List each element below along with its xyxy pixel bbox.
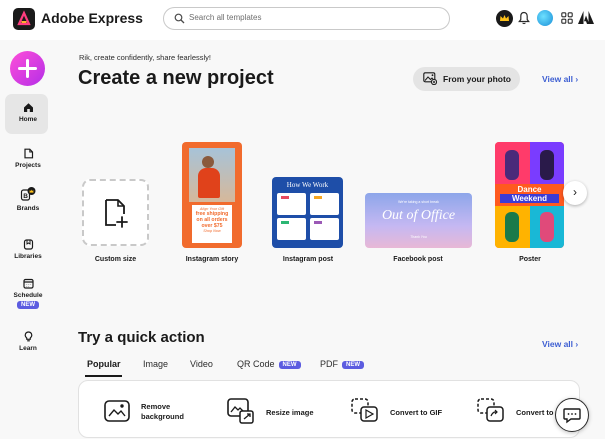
quick-action-label: Convert to GIF xyxy=(390,408,443,417)
fb-footer: Thank You xyxy=(410,235,427,239)
app-name[interactable]: Adobe Express xyxy=(41,10,143,26)
top-bar: Adobe Express Search all templates xyxy=(0,0,605,40)
quick-action-label: background xyxy=(141,412,184,421)
poster-thumbnail[interactable]: Dance Weekend xyxy=(495,142,564,248)
chat-button[interactable] xyxy=(555,398,589,432)
svg-text:B: B xyxy=(23,193,28,200)
apps-grid-icon[interactable] xyxy=(561,12,573,24)
template-label[interactable]: Instagram story xyxy=(172,256,252,263)
new-badge: NEW xyxy=(342,361,364,369)
template-label[interactable]: Custom size xyxy=(82,256,149,263)
instagram-post-thumbnail[interactable]: How We Work xyxy=(272,177,343,248)
search-icon xyxy=(174,13,185,24)
tab-popular[interactable]: Popular xyxy=(87,359,121,369)
custom-size-card[interactable] xyxy=(82,179,149,246)
template-label[interactable]: Instagram post xyxy=(268,256,348,263)
new-badge: NEW xyxy=(278,361,301,369)
facebook-post-thumbnail[interactable]: We're taking a short break Out of Office… xyxy=(365,193,472,248)
tab-qr-code[interactable]: QR Code NEW xyxy=(237,359,301,369)
new-badge: NEW xyxy=(17,301,39,309)
quick-action-title: Try a quick action xyxy=(78,329,205,346)
template-label[interactable]: Facebook post xyxy=(378,256,458,263)
quick-action-remove-background[interactable]: Remove background xyxy=(101,381,211,439)
adobe-logo[interactable] xyxy=(578,11,594,25)
library-icon xyxy=(23,239,33,250)
adobe-express-logo[interactable] xyxy=(13,8,35,30)
sidebar-item-brands[interactable]: B Brands xyxy=(0,186,56,212)
avatar[interactable] xyxy=(537,10,553,26)
chevron-right-icon: › xyxy=(575,339,579,349)
view-all-link[interactable]: View all › xyxy=(542,74,578,84)
quick-action-label: Convert to xyxy=(516,408,554,417)
instagram-story-thumbnail[interactable]: Align Your Gift free shipping on all ord… xyxy=(182,142,242,248)
create-button[interactable] xyxy=(10,51,45,86)
carousel-next-button[interactable]: › xyxy=(563,181,587,205)
convert-icon xyxy=(477,398,504,422)
view-all-label: View all xyxy=(542,339,574,349)
tab-pdf[interactable]: PDF NEW xyxy=(320,359,364,369)
convert-gif-icon xyxy=(351,398,378,422)
template-label[interactable]: Poster xyxy=(490,256,570,263)
chevron-right-icon: › xyxy=(575,74,579,84)
from-your-photo-label: From your photo xyxy=(443,74,511,84)
add-document-icon xyxy=(105,199,128,228)
sidebar-item-label: Schedule xyxy=(13,292,43,299)
sidebar-item-label: Learn xyxy=(19,345,37,352)
folder-icon xyxy=(23,148,33,159)
photo-icon xyxy=(423,72,437,85)
sidebar-item-label: Home xyxy=(18,116,38,123)
from-your-photo-button[interactable]: From your photo xyxy=(413,67,520,91)
fb-subtext: We're taking a short break xyxy=(398,200,439,204)
bell-icon[interactable] xyxy=(518,11,530,25)
sidebar-item-schedule[interactable]: Schedule NEW xyxy=(0,278,56,309)
poster-heading: Weekend xyxy=(500,194,559,203)
tab-label: QR Code xyxy=(237,359,275,369)
view-all-link[interactable]: View all › xyxy=(542,339,578,349)
active-tab-indicator xyxy=(85,375,122,377)
calendar-icon xyxy=(22,278,34,289)
sidebar-item-libraries[interactable]: Libraries xyxy=(0,239,56,260)
sidebar-item-projects[interactable]: Projects xyxy=(0,148,56,169)
quick-action-resize-image[interactable]: Resize image xyxy=(226,381,326,439)
tab-video[interactable]: Video xyxy=(190,359,213,369)
quick-actions-panel: Remove background Resize image Convert t… xyxy=(78,380,580,438)
greeting: Rik, create confidently, share fearlessl… xyxy=(79,53,212,62)
resize-image-icon xyxy=(227,398,254,424)
fb-heading: Out of Office xyxy=(381,208,456,223)
view-all-label: View all xyxy=(542,74,574,84)
brand-icon: B xyxy=(20,187,36,201)
chevron-right-icon: › xyxy=(573,185,577,199)
quick-action-convert-to-gif[interactable]: Convert to GIF xyxy=(350,381,450,439)
tab-image[interactable]: Image xyxy=(143,359,168,369)
sidebar-item-label: Libraries xyxy=(14,253,42,260)
chat-icon xyxy=(563,408,581,424)
search-placeholder: Search all templates xyxy=(189,13,262,22)
ig-post-heading: How We Work xyxy=(286,181,329,189)
sidebar-item-label: Projects xyxy=(15,162,41,169)
quick-action-label: Resize image xyxy=(266,408,314,417)
page-title: Create a new project xyxy=(78,67,274,89)
lightbulb-icon xyxy=(24,331,32,342)
sidebar-item-label: Brands xyxy=(16,205,40,212)
quick-action-label: Remove xyxy=(141,402,171,411)
home-icon xyxy=(23,103,33,112)
crown-icon[interactable] xyxy=(496,10,513,27)
sidebar-item-home[interactable]: Home xyxy=(0,102,56,123)
promo-bottom: Shop Now xyxy=(203,229,221,233)
remove-background-icon xyxy=(104,400,130,422)
poster-heading: Dance xyxy=(517,185,542,194)
search-input[interactable]: Search all templates xyxy=(163,7,450,30)
quick-action-convert-to[interactable]: Convert to xyxy=(476,381,566,439)
tab-label: PDF xyxy=(320,359,338,369)
plus-icon xyxy=(18,59,37,78)
sidebar-item-learn[interactable]: Learn xyxy=(0,331,56,352)
